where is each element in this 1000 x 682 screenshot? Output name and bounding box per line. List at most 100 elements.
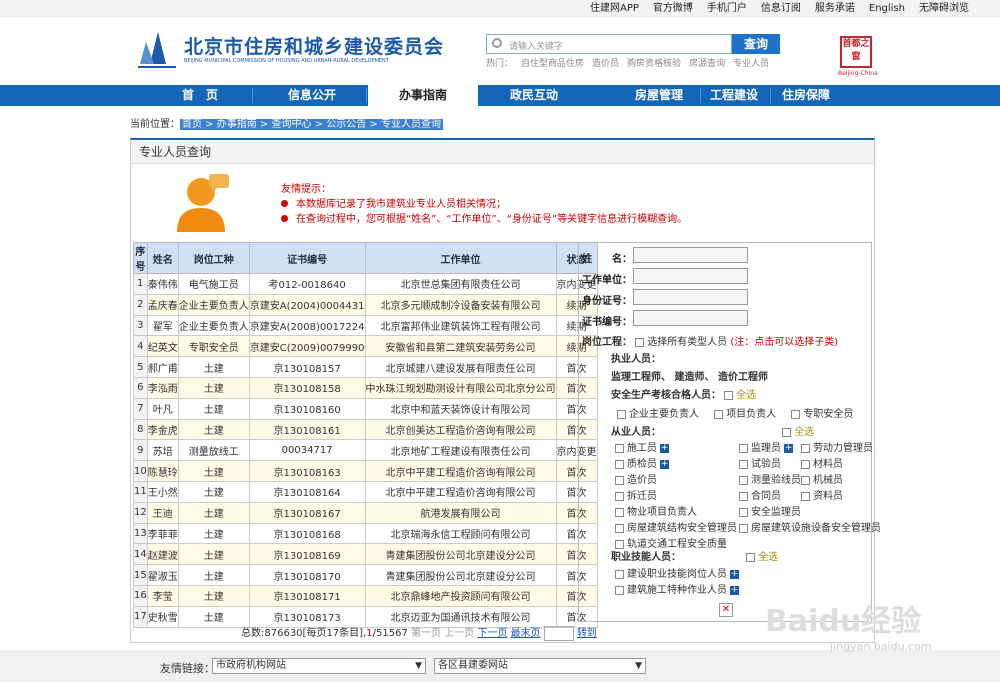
checkbox[interactable] bbox=[739, 523, 748, 533]
checkbox[interactable] bbox=[615, 475, 624, 485]
checkbox[interactable] bbox=[615, 459, 624, 469]
checkbox[interactable] bbox=[739, 491, 748, 501]
unit-field[interactable] bbox=[633, 268, 748, 284]
search-button[interactable]: 查询 bbox=[732, 34, 780, 54]
table-row[interactable]: 1 秦伟伟 电气施工员 考012-0018640 北京世总集团有限责任公司 京内变更 bbox=[133, 273, 598, 295]
table-cell: 京130108171 bbox=[248, 584, 366, 607]
checkbox[interactable] bbox=[615, 585, 624, 595]
checkbox[interactable] bbox=[615, 491, 624, 501]
hot-link[interactable]: 购房资格核验 bbox=[627, 56, 681, 69]
page-number-input[interactable] bbox=[543, 625, 574, 641]
panel-title: 专业人员查询 bbox=[131, 140, 874, 164]
table-row[interactable]: 16 李莹 土建 京130108171 北京鼎峰地产投资顾问有限公司 首次 bbox=[133, 584, 598, 607]
nav-home[interactable]: 首 页 bbox=[140, 85, 260, 106]
top-link[interactable]: 服务承诺 bbox=[808, 2, 862, 16]
table-row[interactable]: 15 翟淑玉 土建 京130108170 青建集团股份公司北京建设分公司 首次 bbox=[133, 564, 598, 586]
top-link[interactable]: English bbox=[862, 2, 912, 16]
nav-housing[interactable]: 房屋管理 bbox=[620, 85, 698, 106]
close-icon[interactable]: ✕ bbox=[719, 603, 733, 617]
table-row[interactable]: 4 纪英文 专职安全员 京建安C(2009)0079990 安徽省和县第二建筑安装劳务公… bbox=[133, 335, 598, 358]
hot-link[interactable]: 造价员 bbox=[592, 56, 619, 69]
checkbox[interactable] bbox=[801, 491, 810, 501]
cert-field[interactable] bbox=[633, 310, 748, 326]
checkbox[interactable] bbox=[801, 443, 810, 453]
option-label: 安全监理员 bbox=[751, 507, 801, 518]
column-header[interactable]: 证书编号 bbox=[248, 242, 366, 274]
checkbox[interactable] bbox=[791, 409, 801, 419]
top-link[interactable]: 住建网APP bbox=[583, 2, 646, 16]
name-field[interactable] bbox=[633, 247, 748, 263]
expand-icon[interactable]: + bbox=[784, 443, 793, 453]
next-page-link[interactable]: 下一页 bbox=[477, 628, 507, 639]
staff-option: 合同员 bbox=[739, 487, 781, 502]
expand-icon[interactable]: + bbox=[660, 459, 669, 469]
site-logo[interactable]: 北京市住房和城乡建设委员会 BEIJING MUNICIPAL COMMISSI… bbox=[136, 28, 443, 76]
checkbox[interactable] bbox=[739, 443, 748, 453]
table-row[interactable]: 3 翟军 企业主要负责人 京建安A(2008)0017224 北京富邦伟业建筑装饰工程有… bbox=[133, 314, 598, 337]
practice-list[interactable]: 监理工程师、 建造师、 造价工程师 bbox=[611, 368, 768, 383]
safety-all-checkbox[interactable] bbox=[724, 390, 734, 400]
nav-guide[interactable]: 办事指南 bbox=[368, 85, 478, 106]
table-row[interactable]: 12 王迪 土建 京130108167 航港发展有限公司 首次 bbox=[133, 501, 598, 524]
table-row[interactable]: 8 李金虎 土建 京130108161 北京创美达工程造价咨询有限公司 首次 bbox=[133, 418, 598, 441]
id-field[interactable] bbox=[633, 289, 748, 305]
breadcrumb-path[interactable]: 首页 > 办事指南 > 查询中心 > 公示公告 > 专业人员查询 bbox=[180, 119, 443, 130]
column-header[interactable]: 序号 bbox=[133, 242, 148, 274]
hot-link[interactable]: 房源查询 bbox=[689, 56, 725, 69]
first-page-link[interactable]: 第一页 bbox=[411, 628, 441, 639]
table-cell: 安徽省和县第二建筑安装劳务公司 bbox=[364, 335, 557, 358]
tip-box: 友情提示： 本数据库记录了我市建筑业专业人员相关情况； 在查询过程中，您可根据“… bbox=[171, 170, 871, 240]
staff-all-checkbox[interactable] bbox=[782, 427, 792, 437]
checkbox[interactable] bbox=[615, 569, 624, 579]
prev-page-link[interactable]: 上一页 bbox=[444, 628, 474, 639]
table-cell: 土建 bbox=[177, 356, 250, 378]
go-button[interactable]: 转到 bbox=[577, 628, 597, 639]
table-row[interactable]: 11 王小然 土建 京130108164 北京中平建工程造价咨询有限公司 首次 bbox=[133, 480, 598, 503]
search-input[interactable]: 请输入关键字 bbox=[486, 34, 732, 54]
table-row[interactable]: 7 叶凡 土建 京130108160 北京中和蓝天装饰设计有限公司 首次 bbox=[133, 397, 598, 420]
last-page-link[interactable]: 最末页 bbox=[511, 628, 541, 639]
option-label: 机械员 bbox=[813, 475, 843, 486]
expand-icon[interactable]: + bbox=[660, 443, 669, 453]
nav-info[interactable]: 信息公开 bbox=[250, 85, 374, 106]
expand-icon[interactable]: + bbox=[730, 585, 739, 595]
capital-window-seal[interactable]: 首都之窗 bbox=[840, 36, 872, 68]
checkbox[interactable] bbox=[615, 443, 624, 453]
checkbox[interactable] bbox=[739, 475, 748, 485]
table-row[interactable]: 5 郝广甫 土建 京130108157 北京城建八建设发展有限责任公司 首次 bbox=[133, 356, 598, 378]
column-header[interactable]: 姓名 bbox=[146, 242, 179, 274]
table-row[interactable]: 6 李泓雨 土建 京130108158 中水珠江规划勘测设计有限公司北京分公司 首次 bbox=[133, 376, 598, 399]
chevron-down-icon: ▼ bbox=[635, 661, 642, 671]
column-header[interactable]: 工作单位 bbox=[364, 242, 557, 274]
checkbox[interactable] bbox=[739, 507, 748, 517]
expand-icon[interactable]: + bbox=[730, 569, 739, 579]
all-types-checkbox[interactable] bbox=[635, 337, 645, 347]
breadcrumb-label: 当前位置： bbox=[130, 119, 180, 130]
table-row[interactable]: 2 孟庆春 企业主要负责人 京建安A(2004)0004431 北京多元顺成制冷设备安装… bbox=[133, 293, 598, 316]
top-link[interactable]: 信息订阅 bbox=[754, 2, 808, 16]
nav-security[interactable]: 住房保障 bbox=[772, 85, 840, 106]
checkbox[interactable] bbox=[801, 475, 810, 485]
nav-interaction[interactable]: 政民互动 bbox=[478, 85, 590, 106]
checkbox[interactable] bbox=[615, 523, 624, 533]
district-sites-select[interactable]: 各区县建委网站 ▼ bbox=[434, 658, 646, 674]
baidu-watermark: Baidu经验 bbox=[765, 604, 922, 639]
checkbox[interactable] bbox=[714, 409, 724, 419]
table-row[interactable]: 14 赵建波 土建 京130108169 青建集团股份公司北京建设分公司 首次 bbox=[133, 543, 598, 566]
top-link[interactable]: 官方微博 bbox=[646, 2, 700, 16]
top-link[interactable]: 手机门户 bbox=[700, 2, 754, 16]
gov-sites-select[interactable]: 市政府机构网站 ▼ bbox=[212, 658, 426, 674]
top-link[interactable]: 无障碍浏览 bbox=[912, 2, 976, 16]
column-header[interactable]: 岗位工种 bbox=[177, 242, 250, 274]
skill-all-checkbox[interactable] bbox=[746, 552, 756, 562]
hot-link[interactable]: 专业人员 bbox=[733, 56, 769, 69]
checkbox[interactable] bbox=[617, 409, 626, 419]
table-row[interactable]: 9 苏培 测量放线工 00034717 北京地矿工程建设有限责任公司 京内变更 bbox=[133, 439, 598, 462]
nav-construction[interactable]: 工程建设 bbox=[700, 85, 768, 106]
checkbox[interactable] bbox=[739, 459, 748, 469]
table-row[interactable]: 10 陈慧玲 土建 京130108163 北京中平建工程造价咨询有限公司 首次 bbox=[133, 460, 598, 482]
checkbox[interactable] bbox=[801, 459, 810, 469]
checkbox[interactable] bbox=[615, 507, 624, 517]
hot-link[interactable]: 自住型商品住房 bbox=[521, 56, 584, 69]
table-row[interactable]: 13 李菲菲 土建 京130108168 北京瑞海永信工程顾问有限公司 首次 bbox=[133, 522, 598, 545]
